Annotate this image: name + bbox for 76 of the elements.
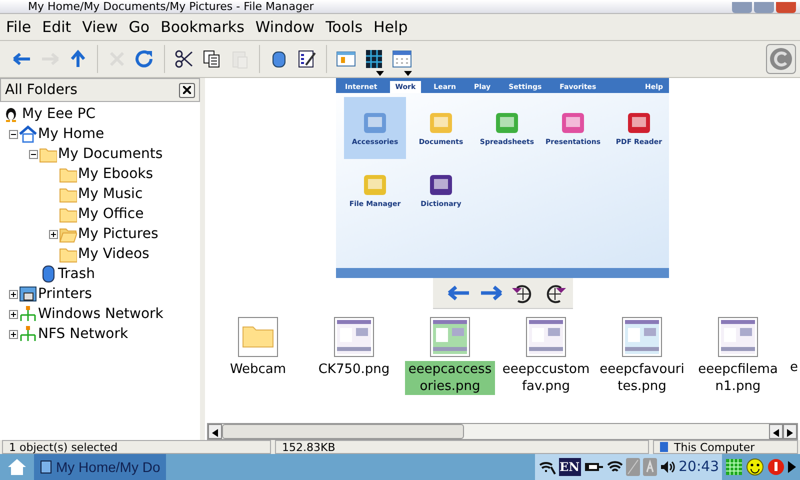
tree-item[interactable]: Windows Network [38,306,164,322]
window-title: My Home/My Documents/My Pictures - File Manager [28,1,314,13]
network-icon [19,305,37,323]
menu-item[interactable]: Help [372,18,417,36]
horizontal-scrollbar[interactable] [207,423,798,440]
up-icon [68,49,88,69]
smiley-icon[interactable] [746,458,764,476]
panel-title: All Folders [5,82,78,98]
volume-icon[interactable] [660,460,676,474]
reload-icon [135,49,155,69]
file-name[interactable]: e [789,359,799,376]
home-icon [7,458,27,476]
calendar-icon [392,49,412,69]
menu-item[interactable]: Window [253,18,324,36]
file-name[interactable]: Webcam [228,361,288,378]
tree-item[interactable]: My Videos [78,246,150,262]
tree-item[interactable]: My Eee PC [22,106,96,122]
panel-view-icon [336,49,356,69]
menu-item[interactable]: Go [126,18,159,36]
tree-item[interactable]: My Documents [58,146,163,162]
close-panel-button[interactable] [179,82,195,98]
close-icon [183,86,191,94]
power-icon[interactable] [767,458,785,476]
home-icon [19,125,37,143]
status-text: This Computer [674,440,755,454]
file-name[interactable]: eeepcfileman1.png [693,361,783,395]
logo-button[interactable] [766,44,796,74]
tree-item[interactable]: NFS Network [38,326,128,342]
collapse-icon[interactable] [8,130,18,138]
checklist-icon [297,49,317,69]
menu-item[interactable]: Tools [324,18,372,36]
expand-icon[interactable] [8,330,18,338]
window-icon [40,460,52,474]
scroll-left-button[interactable] [208,424,222,439]
right-arrow-icon[interactable] [788,461,796,473]
language-indicator[interactable]: EN [558,458,581,476]
copy-icon [202,49,222,69]
status-text: 1 object(s) selected [2,440,271,454]
collapse-icon[interactable] [28,150,38,158]
tree-item[interactable]: My Music [78,186,143,202]
expand-icon[interactable] [8,310,18,318]
file-name[interactable]: eeepcaccessories.png [405,361,495,395]
printer-icon [19,285,37,303]
folder-thumbnail[interactable] [238,317,278,357]
desktop-switch-icon[interactable] [626,458,640,476]
tree-item[interactable]: My Home [38,126,104,142]
menu-item[interactable]: File [4,18,40,36]
plug-icon[interactable] [584,461,604,473]
tree-item[interactable]: Printers [38,286,92,302]
left-arrow-icon [212,429,218,437]
grid-view-icon [364,49,384,69]
menu-item[interactable]: Bookmarks [158,18,254,36]
file-name[interactable]: eeepccustomfav.png [501,361,591,395]
status-text: 152.83KB [275,440,649,454]
scissors-icon [174,49,194,69]
right-arrow-icon [787,429,793,437]
clock[interactable]: 20:43 [678,459,719,475]
file-name[interactable]: CK750.png [317,361,391,378]
tree-item[interactable]: My Ebooks [78,166,154,182]
tree-item[interactable]: My Pictures [78,226,158,242]
left-arrow-icon [773,429,779,437]
scroll-left-button[interactable] [769,424,783,439]
computer-icon [660,442,668,452]
scroll-thumb[interactable] [222,424,464,439]
wifi-tool-icon[interactable] [538,459,556,475]
network-icon [19,325,37,343]
expand-icon[interactable] [48,230,58,238]
wifi-icon[interactable] [606,460,623,474]
menu-item[interactable]: Edit [40,18,80,36]
tree-item[interactable]: Trash [58,266,95,282]
spiral-logo-icon [769,47,793,71]
menu-item[interactable]: View [80,18,127,36]
tree-item[interactable]: My Office [78,206,144,222]
scroll-right-button[interactable] [783,424,797,439]
file-name[interactable]: eeepcfavourites.png [597,361,687,395]
expand-icon[interactable] [8,290,18,298]
